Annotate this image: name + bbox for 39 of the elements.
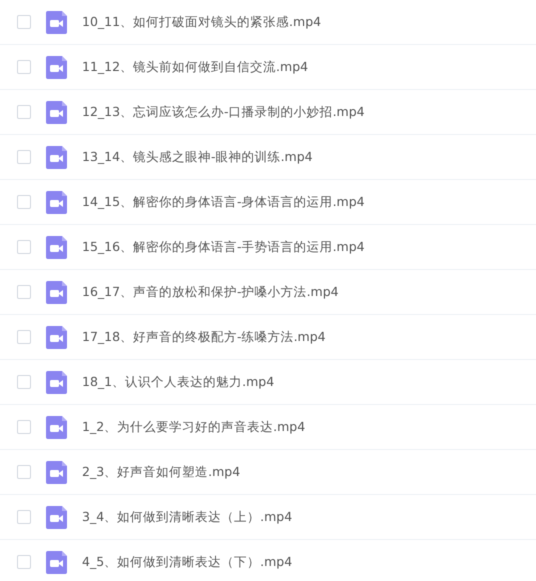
video-file-icon	[46, 10, 67, 34]
video-file-icon	[46, 326, 67, 348]
file-name[interactable]: 16_17、声音的放松和保护-护嗓小方法.mp4	[82, 284, 339, 300]
checkbox[interactable]	[17, 60, 31, 74]
video-file-icon	[46, 146, 67, 168]
file-name[interactable]: 3_4、如何做到清晰表达（上）.mp4	[82, 508, 292, 526]
video-file-icon	[46, 280, 67, 304]
video-file-icon	[46, 100, 67, 124]
checkbox[interactable]	[17, 330, 31, 344]
video-file-icon	[46, 550, 67, 574]
checkbox[interactable]	[17, 15, 31, 29]
file-name[interactable]: 10_11、如何打破面对镜头的紧张感.mp4	[82, 14, 322, 30]
checkbox[interactable]	[17, 285, 31, 299]
file-name[interactable]: 1_2、为什么要学习好的声音表达.mp4	[82, 418, 306, 436]
video-file-icon	[46, 190, 67, 214]
file-name[interactable]: 11_12、镜头前如何做到自信交流.mp4	[82, 58, 308, 76]
file-name[interactable]: 12_13、忘词应该怎么办-口播录制的小妙招.mp4	[82, 104, 365, 120]
file-name[interactable]: 4_5、如何做到清晰表达（下）.mp4	[82, 554, 292, 570]
checkbox[interactable]	[17, 420, 31, 434]
checkbox[interactable]	[17, 465, 31, 479]
file-name[interactable]: 17_18、好声音的终极配方-练嗓方法.mp4	[82, 328, 326, 346]
video-file-icon	[46, 460, 67, 484]
video-file-icon	[46, 416, 67, 438]
checkbox[interactable]	[17, 510, 31, 524]
file-name[interactable]: 13_14、镜头感之眼神-眼神的训练.mp4	[82, 148, 313, 166]
file-name[interactable]: 18_1、认识个人表达的魅力.mp4	[82, 374, 274, 390]
video-file-icon	[46, 370, 67, 394]
checkbox[interactable]	[17, 105, 31, 119]
file-name[interactable]: 15_16、解密你的身体语言-手势语言的运用.mp4	[82, 238, 365, 256]
video-file-icon	[46, 56, 67, 78]
video-file-icon	[46, 236, 67, 258]
video-file-icon	[46, 506, 67, 528]
checkbox[interactable]	[17, 240, 31, 254]
file-name[interactable]: 14_15、解密你的身体语言-身体语言的运用.mp4	[82, 194, 365, 210]
checkbox[interactable]	[17, 375, 31, 389]
checkbox[interactable]	[17, 555, 31, 569]
checkbox[interactable]	[17, 150, 31, 164]
file-name[interactable]: 2_3、好声音如何塑造.mp4	[82, 464, 240, 480]
checkbox[interactable]	[17, 195, 31, 209]
